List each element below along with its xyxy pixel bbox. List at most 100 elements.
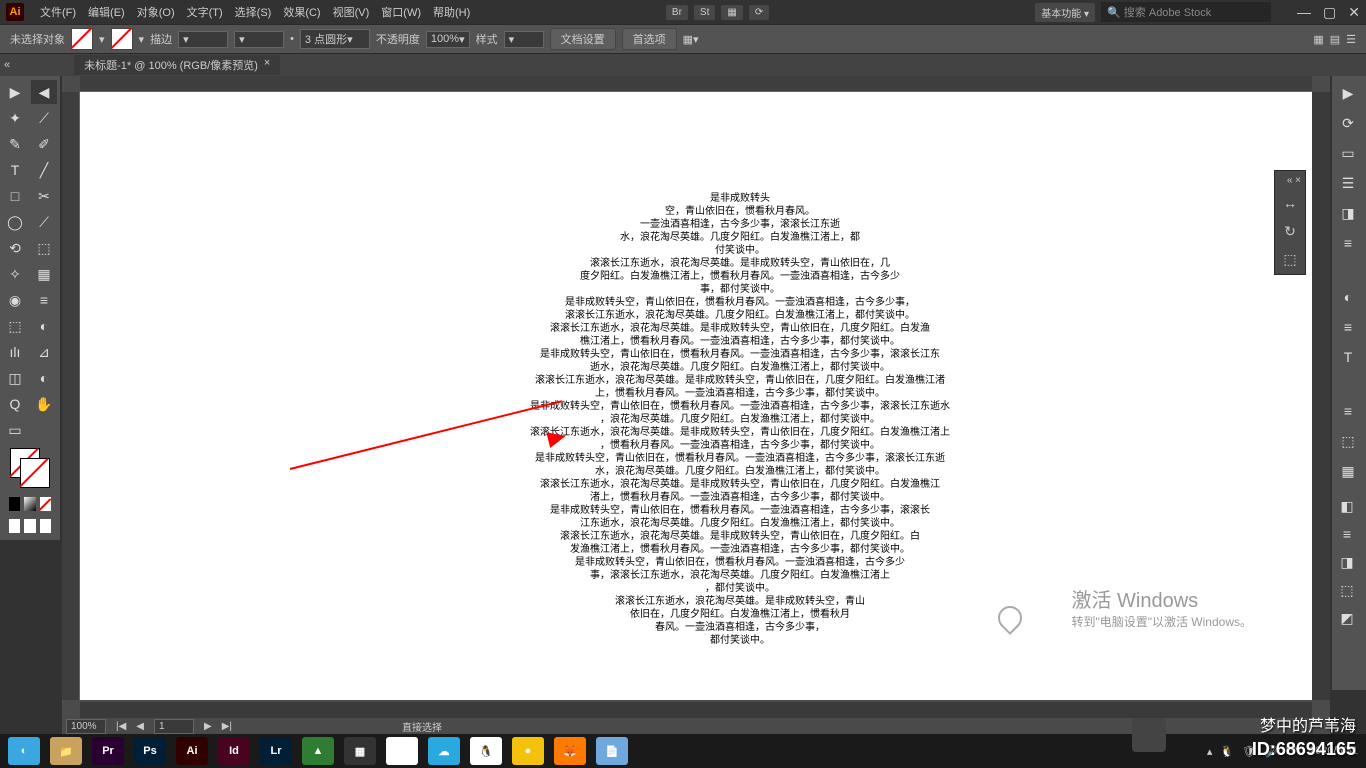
tool-button[interactable]: ▦: [31, 262, 57, 286]
menu-item[interactable]: 选择(S): [229, 5, 278, 21]
recolor-icon[interactable]: ↻: [1279, 220, 1301, 242]
draw-inside[interactable]: [39, 518, 52, 534]
menu-item[interactable]: 编辑(E): [82, 5, 131, 21]
tab-close-icon[interactable]: ×: [264, 57, 270, 73]
tool-button[interactable]: ◯: [2, 210, 28, 234]
tool-button[interactable]: ⟋: [31, 210, 57, 234]
taskbar-app[interactable]: Lr: [260, 737, 292, 765]
tool-button[interactable]: ✐: [31, 132, 57, 156]
tool-button[interactable]: □: [2, 184, 28, 208]
stroke-weight[interactable]: ▾: [178, 31, 228, 48]
panel-icon[interactable]: ◧: [1334, 494, 1360, 518]
taskbar-app[interactable]: Pr: [92, 737, 124, 765]
panel-icon[interactable]: ≡: [1334, 230, 1362, 256]
tool-button[interactable]: ⬚: [31, 236, 57, 260]
taskbar-app[interactable]: Ai: [176, 737, 208, 765]
maximize-icon[interactable]: ▢: [1323, 4, 1336, 21]
gpu-icon[interactable]: ⟳: [749, 5, 769, 20]
style-select[interactable]: ▾: [504, 31, 544, 48]
tool-button[interactable]: ✧: [2, 262, 28, 286]
panel-icon[interactable]: ◨: [1334, 550, 1360, 574]
brush-def[interactable]: 3 点圆形 ▾: [300, 29, 370, 49]
transform-icon[interactable]: ↔: [1279, 192, 1301, 214]
taskbar-app[interactable]: ◉: [386, 737, 418, 765]
tool-button[interactable]: ◐: [31, 366, 57, 390]
menu-item[interactable]: 文件(F): [34, 5, 82, 21]
tab-collapse-icon[interactable]: «: [4, 59, 10, 71]
scrollbar-horizontal[interactable]: [80, 702, 1312, 718]
menu-item[interactable]: 视图(V): [327, 5, 376, 21]
tray-up-icon[interactable]: ▴: [1207, 745, 1213, 758]
close-icon[interactable]: ✕: [1348, 4, 1360, 21]
opacity-input[interactable]: 100% ▾: [426, 31, 470, 48]
cc-lib-icon[interactable]: ⬚: [1279, 248, 1301, 270]
gradient-sw[interactable]: [23, 496, 36, 512]
tool-button[interactable]: ⊿: [31, 340, 57, 364]
panel-icon[interactable]: ⬚: [1334, 578, 1360, 602]
tool-button[interactable]: ⟋: [31, 106, 57, 130]
tool-button[interactable]: ✦: [2, 106, 28, 130]
tool-button[interactable]: Q: [2, 392, 28, 416]
scrollbar-vertical[interactable]: [1312, 92, 1330, 700]
tool-button[interactable]: ▶: [2, 80, 28, 104]
panel-icon[interactable]: ▶: [1334, 80, 1362, 106]
workspace-switcher[interactable]: 基本功能 ▾: [1035, 3, 1095, 22]
panel-icon[interactable]: ≡: [1334, 522, 1360, 546]
draw-normal[interactable]: [8, 518, 21, 534]
taskbar-app[interactable]: Id: [218, 737, 250, 765]
nav-next-icon[interactable]: ▶: [204, 721, 212, 732]
panel-icon[interactable]: ⬚: [1334, 428, 1362, 454]
fill-swatch[interactable]: [71, 28, 93, 50]
panel-icon[interactable]: ☰: [1334, 170, 1362, 196]
stroke-profile[interactable]: ▾: [234, 31, 284, 48]
tool-button[interactable]: ⟲: [2, 236, 28, 260]
tool-button[interactable]: ◀: [31, 80, 57, 104]
tool-button[interactable]: ✎: [2, 132, 28, 156]
panel-icon[interactable]: ≡: [1334, 314, 1362, 340]
taskbar-app[interactable]: ☁: [428, 737, 460, 765]
search-input[interactable]: 🔍 搜索 Adobe Stock: [1101, 2, 1271, 22]
panel-icon[interactable]: ◐: [1334, 284, 1362, 310]
ruler-vertical[interactable]: [62, 92, 80, 700]
panel-icon[interactable]: ◩: [1334, 606, 1360, 630]
stroke-swatch[interactable]: [111, 28, 133, 50]
arrange-icon[interactable]: ▦: [721, 5, 742, 20]
menu-item[interactable]: 文字(T): [181, 5, 229, 21]
minimize-icon[interactable]: —: [1297, 4, 1311, 21]
panel-icon[interactable]: ◨: [1334, 200, 1362, 226]
area-text-object[interactable]: 是非成败转头空，青山依旧在，惯看秋月春风。一壶浊酒喜相逢，古今多少事，滚滚长江东…: [500, 192, 980, 647]
menu-item[interactable]: 窗口(W): [375, 5, 427, 21]
taskbar-app[interactable]: ●: [512, 737, 544, 765]
tool-button[interactable]: ◐: [31, 314, 57, 338]
tool-button[interactable]: ⬚: [2, 314, 28, 338]
taskbar-app[interactable]: 📁: [50, 737, 82, 765]
tool-button[interactable]: T: [2, 158, 28, 182]
color-sw[interactable]: [8, 496, 21, 512]
menu-item[interactable]: 对象(O): [131, 5, 181, 21]
nav-last-icon[interactable]: ▶|: [222, 721, 232, 732]
taskbar-app[interactable]: ▦: [344, 737, 376, 765]
panel-icon[interactable]: ▭: [1334, 140, 1362, 166]
taskbar-app[interactable]: 🐧: [470, 737, 502, 765]
tool-button[interactable]: ılı: [2, 340, 28, 364]
panel-icon[interactable]: T: [1334, 344, 1362, 370]
fill-stroke-indicator[interactable]: [2, 444, 58, 492]
prefs-button[interactable]: 首选项: [622, 28, 677, 50]
align-icon[interactable]: ▦▾: [683, 33, 699, 46]
panel-view2-icon[interactable]: ▤: [1330, 33, 1340, 46]
panel-menu-icon[interactable]: ☰: [1346, 33, 1356, 46]
doc-setup-button[interactable]: 文档设置: [550, 28, 616, 50]
taskbar-app[interactable]: 🦊: [554, 737, 586, 765]
panel-collapse-icon[interactable]: « ×: [1287, 175, 1301, 186]
nav-prev-icon[interactable]: ◀: [136, 721, 144, 732]
ruler-horizontal[interactable]: [80, 76, 1312, 92]
panel-icon[interactable]: ≡: [1334, 398, 1362, 424]
taskbar-app[interactable]: ◐: [8, 737, 40, 765]
tool-button[interactable]: ◫: [2, 366, 28, 390]
menu-item[interactable]: 帮助(H): [427, 5, 476, 21]
panel-view-icon[interactable]: ▦: [1313, 33, 1323, 46]
menu-item[interactable]: 效果(C): [277, 5, 326, 21]
artboard[interactable]: 是非成败转头空，青山依旧在，惯看秋月春风。一壶浊酒喜相逢，古今多少事，滚滚长江东…: [80, 92, 1312, 700]
draw-behind[interactable]: [23, 518, 36, 534]
tool-button[interactable]: ≡: [31, 288, 57, 312]
